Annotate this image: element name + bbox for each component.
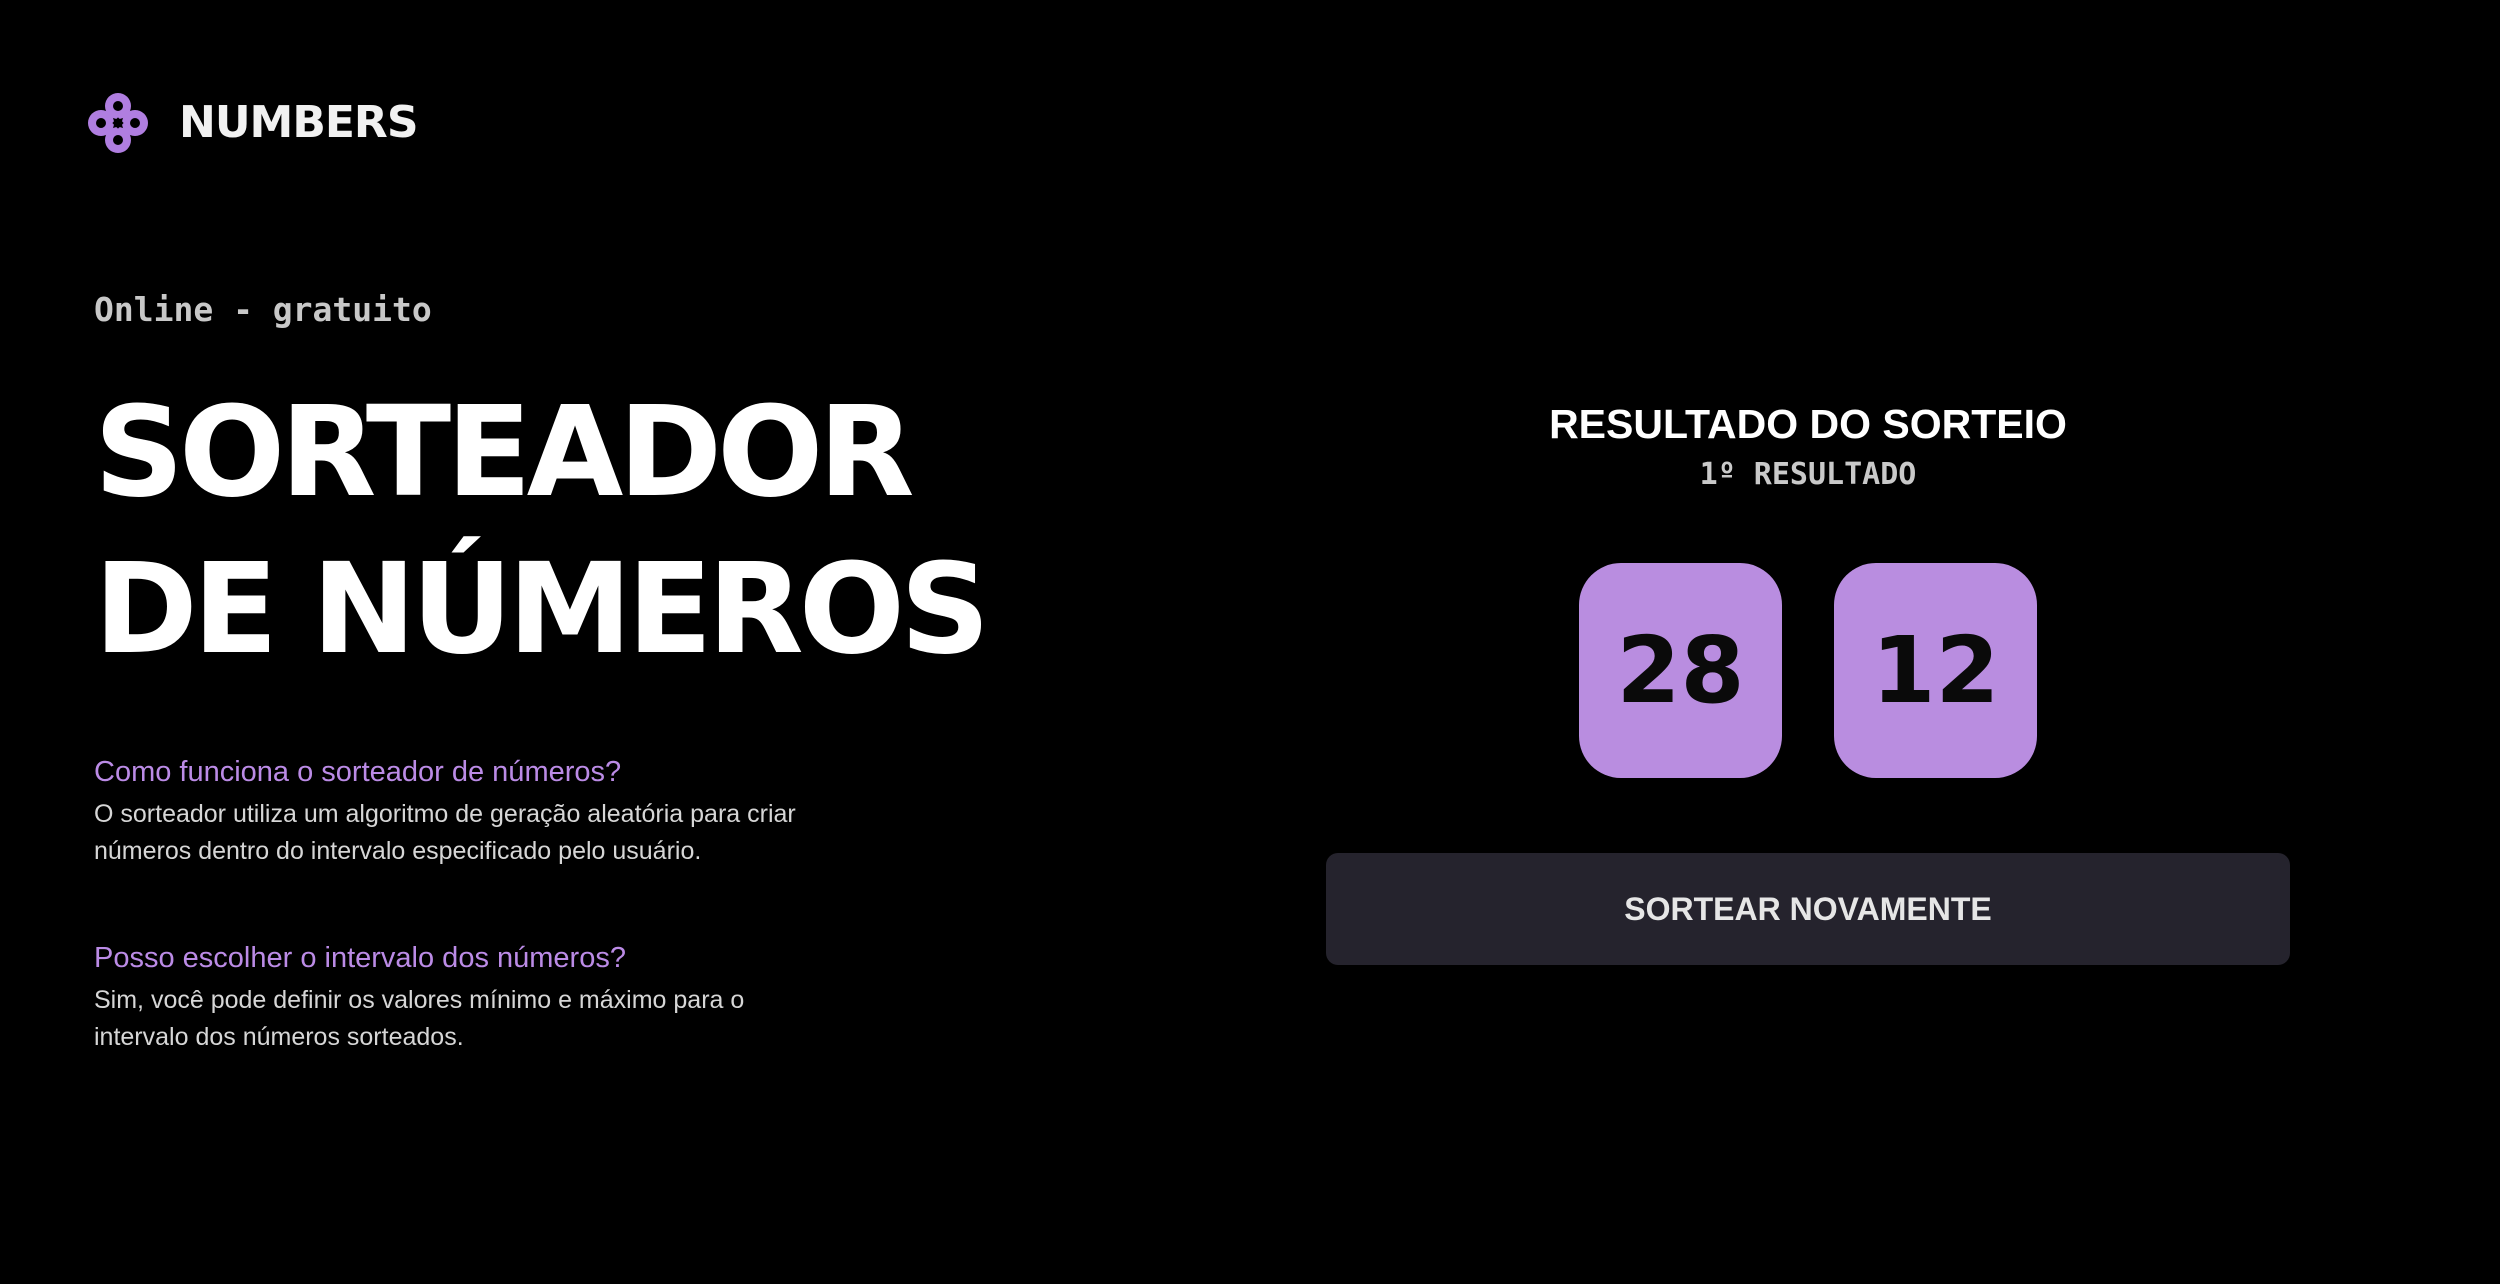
hero-eyebrow: Online - gratuito	[94, 290, 432, 329]
clover-knot-icon	[88, 93, 148, 153]
faq-item: Como funciona o sorteador de números? O …	[94, 755, 854, 870]
redraw-button[interactable]: SORTEAR NOVAMENTE	[1326, 853, 2290, 966]
page: NUMBERS Online - gratuito SORTEADOR DE N…	[0, 0, 2500, 1284]
result-numbers: 28 12	[1326, 563, 2290, 779]
page-title-line-1: SORTEADOR	[94, 379, 915, 525]
result-title: RESULTADO DO SORTEIO	[1549, 401, 2067, 447]
result-number: 12	[1834, 563, 2037, 779]
faq-item: Posso escolher o intervalo dos números? …	[94, 941, 854, 1056]
result-number: 28	[1579, 563, 1782, 779]
result-subtitle: 1º RESULTADO	[1699, 457, 1917, 493]
faq-answer: Sim, você pode definir os valores mínimo…	[94, 985, 745, 1051]
page-title-line-2: DE NÚMEROS	[94, 536, 990, 682]
page-title: SORTEADOR DE NÚMEROS	[94, 374, 994, 688]
brand-logo[interactable]: NUMBERS	[83, 88, 419, 158]
brand-name: NUMBERS	[179, 97, 419, 148]
faq-question: Posso escolher o intervalo dos números?	[94, 942, 626, 974]
hero-section: Online - gratuito SORTEADOR DE NÚMEROS	[94, 290, 994, 688]
result-panel: RESULTADO DO SORTEIO 1º RESULTADO 28 12 …	[1326, 400, 2290, 966]
faq-answer: O sorteador utiliza um algoritmo de gera…	[94, 799, 796, 865]
faq-question: Como funciona o sorteador de números?	[94, 756, 622, 788]
